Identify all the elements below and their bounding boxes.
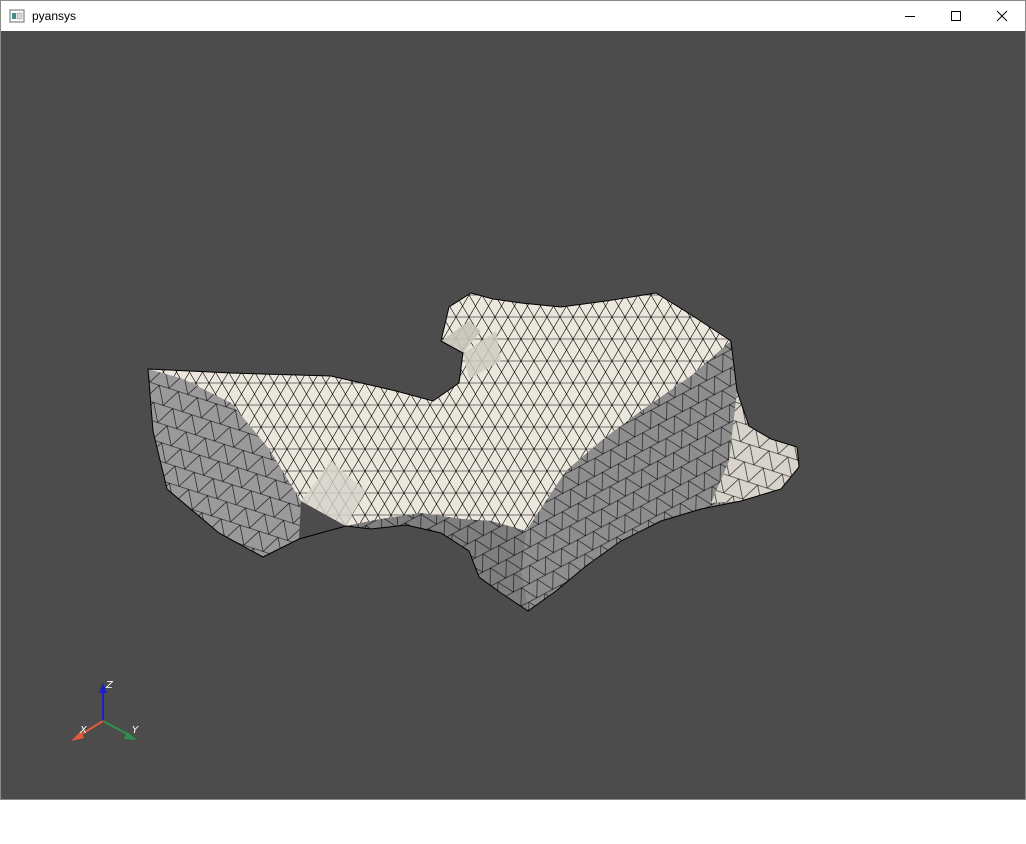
pyansys-window: pyansys Z X Y bbox=[0, 0, 1026, 800]
y-axis-label: Y bbox=[132, 725, 139, 736]
render-canvas[interactable]: Z X Y bbox=[1, 31, 1025, 799]
maximize-button[interactable] bbox=[933, 1, 979, 31]
x-axis-label: X bbox=[79, 725, 88, 736]
close-icon bbox=[996, 10, 1008, 22]
window-title: pyansys bbox=[32, 9, 77, 23]
orientation-axes-widget: Z X Y bbox=[71, 680, 139, 741]
close-button[interactable] bbox=[979, 1, 1025, 31]
mesh-model[interactable] bbox=[147, 292, 800, 612]
render-viewport[interactable]: Z X Y bbox=[1, 31, 1025, 799]
minimize-icon bbox=[905, 16, 915, 17]
minimize-button[interactable] bbox=[887, 1, 933, 31]
z-axis-label: Z bbox=[105, 680, 114, 691]
title-bar[interactable]: pyansys bbox=[1, 1, 1025, 31]
maximize-icon bbox=[951, 11, 961, 21]
window-app-icon bbox=[9, 9, 25, 23]
window-controls bbox=[887, 1, 1025, 31]
